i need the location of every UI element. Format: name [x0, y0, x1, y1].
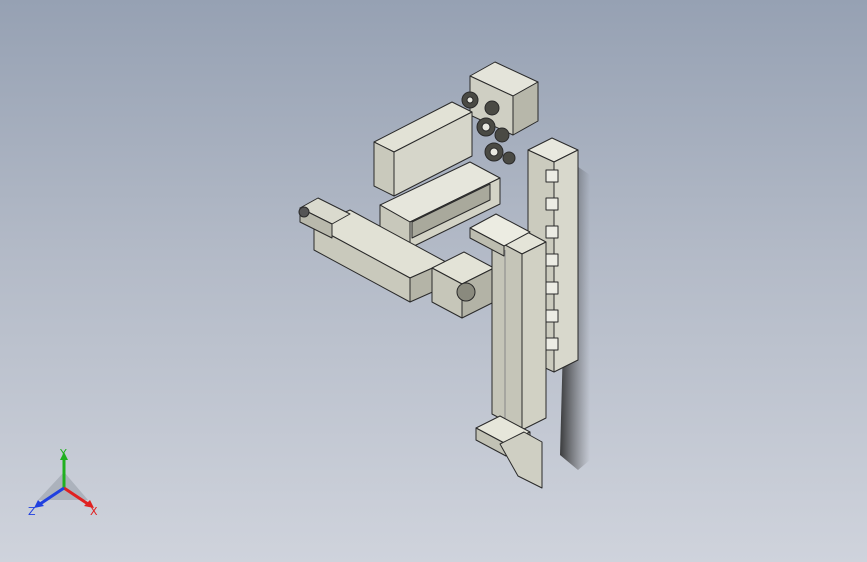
z-axis-label: Z: [28, 505, 36, 518]
x-axis-label: X: [90, 505, 98, 518]
assembly-model[interactable]: [0, 0, 867, 562]
orientation-triad: Y X Z: [26, 448, 102, 520]
graphics-viewport[interactable]: Y X Z: [0, 0, 867, 562]
y-axis-label: Y: [60, 447, 67, 460]
vertical-slide[interactable]: [491, 225, 547, 431]
bottom-tray[interactable]: [475, 415, 543, 489]
